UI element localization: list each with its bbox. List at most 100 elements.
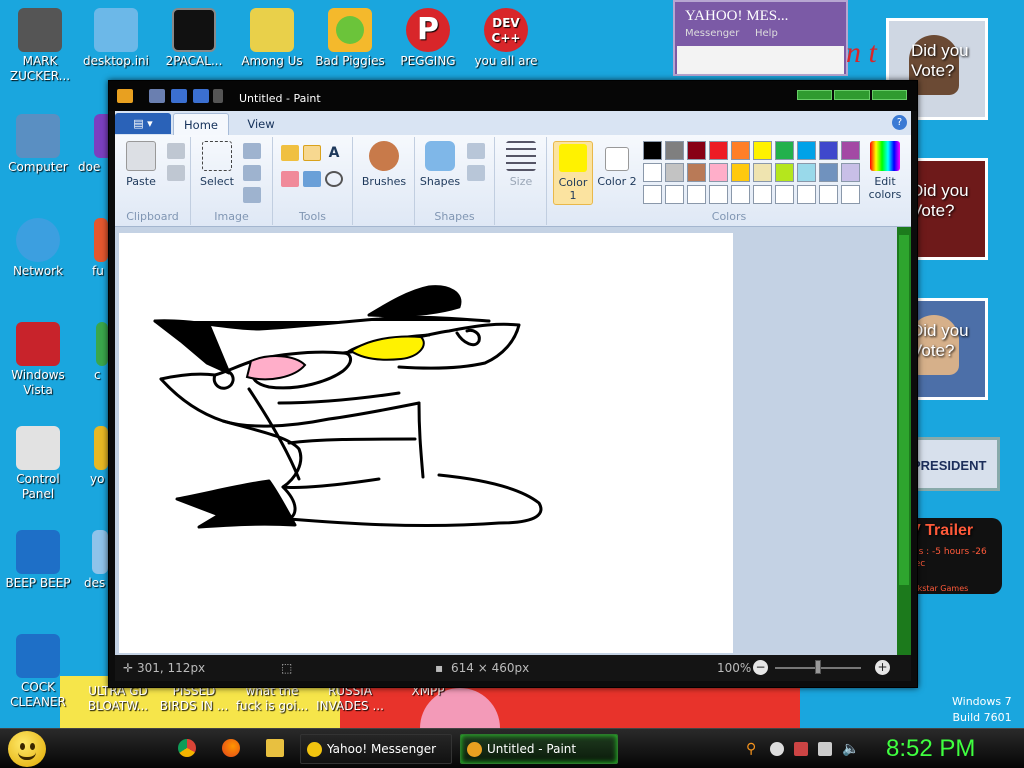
- palette-swatch[interactable]: [731, 185, 750, 204]
- palette-swatch[interactable]: [643, 185, 662, 204]
- save-icon[interactable]: [149, 89, 165, 103]
- desktop-icon-windows-vista[interactable]: Windows Vista: [0, 322, 76, 398]
- text-tool-icon[interactable]: A: [325, 145, 343, 161]
- taskbar-yahoo-messenger[interactable]: Yahoo! Messenger: [300, 734, 452, 764]
- palette-swatch[interactable]: [709, 141, 728, 160]
- undo-icon[interactable]: [171, 89, 187, 103]
- palette-swatch[interactable]: [665, 185, 684, 204]
- palette-swatch[interactable]: [797, 185, 816, 204]
- crop-icon[interactable]: [243, 143, 261, 159]
- copy-icon[interactable]: [167, 165, 185, 181]
- magnifier-icon[interactable]: [325, 171, 343, 187]
- palette-swatch[interactable]: [753, 141, 772, 160]
- palette-swatch[interactable]: [753, 163, 772, 182]
- zoom-in-button[interactable]: +: [875, 660, 890, 675]
- shapes-button[interactable]: Shapes: [419, 141, 461, 188]
- close-button[interactable]: [871, 90, 907, 100]
- firefox-icon[interactable]: [222, 739, 240, 757]
- search-icon[interactable]: ⚲: [746, 742, 760, 756]
- vertical-scrollbar[interactable]: [897, 227, 911, 655]
- redo-icon[interactable]: [193, 89, 209, 103]
- palette-swatch[interactable]: [775, 163, 794, 182]
- volume-icon[interactable]: 🔈: [842, 742, 859, 756]
- desktop-icon-control-panel[interactable]: Control Panel: [0, 426, 76, 502]
- desktop-icon-what-the[interactable]: what the fuck is goi...: [234, 684, 310, 714]
- window-controls[interactable]: [797, 90, 907, 102]
- cut-icon[interactable]: [167, 143, 185, 159]
- desktop-icon-beep-beep[interactable]: BEEP BEEP: [0, 530, 76, 591]
- desktop-icon-2pacal[interactable]: 2PACAL...: [156, 8, 232, 69]
- tab-view[interactable]: View: [235, 113, 287, 135]
- paint-window[interactable]: Untitled - Paint ▤ ▾ Home View ? Paste C…: [108, 80, 918, 688]
- palette-swatch[interactable]: [687, 185, 706, 204]
- desktop-icon-ultra-gd[interactable]: ULTRA GD BLOATW...: [80, 684, 156, 714]
- chrome-icon[interactable]: [178, 739, 196, 757]
- status-icon[interactable]: [770, 742, 784, 756]
- paint-title-bar[interactable]: Untitled - Paint: [109, 81, 917, 111]
- palette-swatch[interactable]: [643, 141, 662, 160]
- desktop-icon-pissed-birds[interactable]: PISSED BIRDS IN ...: [156, 684, 232, 714]
- rotate-icon[interactable]: [243, 187, 261, 203]
- help-icon[interactable]: ?: [892, 115, 907, 130]
- palette-swatch[interactable]: [775, 185, 794, 204]
- palette-swatch[interactable]: [731, 141, 750, 160]
- palette-swatch[interactable]: [731, 163, 750, 182]
- fill-icon[interactable]: [467, 165, 485, 181]
- palette-swatch[interactable]: [709, 163, 728, 182]
- outline-icon[interactable]: [467, 143, 485, 159]
- paint-menu-button[interactable]: ▤ ▾: [115, 113, 171, 134]
- palette-swatch[interactable]: [841, 163, 860, 182]
- resize-icon[interactable]: [243, 165, 261, 181]
- palette-swatch[interactable]: [797, 141, 816, 160]
- brushes-button[interactable]: Brushes: [359, 141, 409, 188]
- color2-button[interactable]: Color 2: [597, 141, 637, 188]
- paint-app-icon[interactable]: [117, 89, 133, 103]
- select-button[interactable]: Select: [197, 141, 237, 188]
- palette-swatch[interactable]: [665, 163, 684, 182]
- eraser-icon[interactable]: [281, 171, 299, 187]
- desktop-icon-mark-zucker[interactable]: MARK ZUCKER...: [2, 8, 78, 84]
- taskbar-paint[interactable]: Untitled - Paint: [460, 734, 618, 764]
- palette-swatch[interactable]: [775, 141, 794, 160]
- palette-swatch[interactable]: [841, 185, 860, 204]
- color-picker-icon[interactable]: [303, 171, 321, 187]
- customize-toolbar-icon[interactable]: [213, 89, 223, 103]
- clock[interactable]: 8:52 PM: [886, 735, 975, 763]
- color1-button[interactable]: Color 1: [553, 141, 593, 205]
- desktop-icon-cock-cleaner[interactable]: COCK CLEANER: [0, 634, 76, 710]
- yahoo-messenger-window[interactable]: YAHOO! MES... Messenger Help: [673, 0, 848, 76]
- network-icon[interactable]: [818, 742, 832, 756]
- desktop-icon-among-us[interactable]: Among Us: [234, 8, 310, 69]
- scrollbar-thumb[interactable]: [899, 235, 909, 585]
- maximize-button[interactable]: [834, 90, 870, 100]
- palette-swatch[interactable]: [665, 141, 684, 160]
- desktop-icon-computer[interactable]: Computer: [0, 114, 76, 175]
- palette-swatch[interactable]: [819, 185, 838, 204]
- explorer-folder-icon[interactable]: [266, 739, 284, 757]
- pencil-icon[interactable]: [281, 145, 299, 161]
- palette-swatch[interactable]: [687, 163, 706, 182]
- desktop-icon-yo[interactable]: yo: [90, 426, 110, 487]
- palette-swatch[interactable]: [753, 185, 772, 204]
- desktop-icon-pegging[interactable]: P PEGGING: [390, 8, 466, 69]
- action-center-icon[interactable]: [794, 742, 808, 756]
- tab-home[interactable]: Home: [173, 113, 229, 135]
- paste-button[interactable]: Paste: [121, 141, 161, 188]
- palette-swatch[interactable]: [819, 141, 838, 160]
- palette-swatch[interactable]: [841, 141, 860, 160]
- size-button[interactable]: Size: [501, 141, 541, 188]
- desktop-icon-desktop-ini[interactable]: desktop.ini: [78, 8, 154, 69]
- palette-swatch[interactable]: [819, 163, 838, 182]
- minimize-button[interactable]: [797, 90, 833, 100]
- fill-bucket-icon[interactable]: [303, 145, 321, 161]
- palette-swatch[interactable]: [709, 185, 728, 204]
- palette-swatch[interactable]: [643, 163, 662, 182]
- desktop-icon-network[interactable]: Network: [0, 218, 76, 279]
- palette-swatch[interactable]: [687, 141, 706, 160]
- edit-colors-button[interactable]: Edit colors: [865, 141, 905, 201]
- zoom-out-button[interactable]: −: [753, 660, 768, 675]
- desktop-icon-you-all-are[interactable]: DEV C++ you all are: [468, 8, 544, 69]
- palette-swatch[interactable]: [797, 163, 816, 182]
- desktop-icon-des[interactable]: des: [84, 530, 110, 591]
- drawing-canvas[interactable]: [119, 233, 733, 653]
